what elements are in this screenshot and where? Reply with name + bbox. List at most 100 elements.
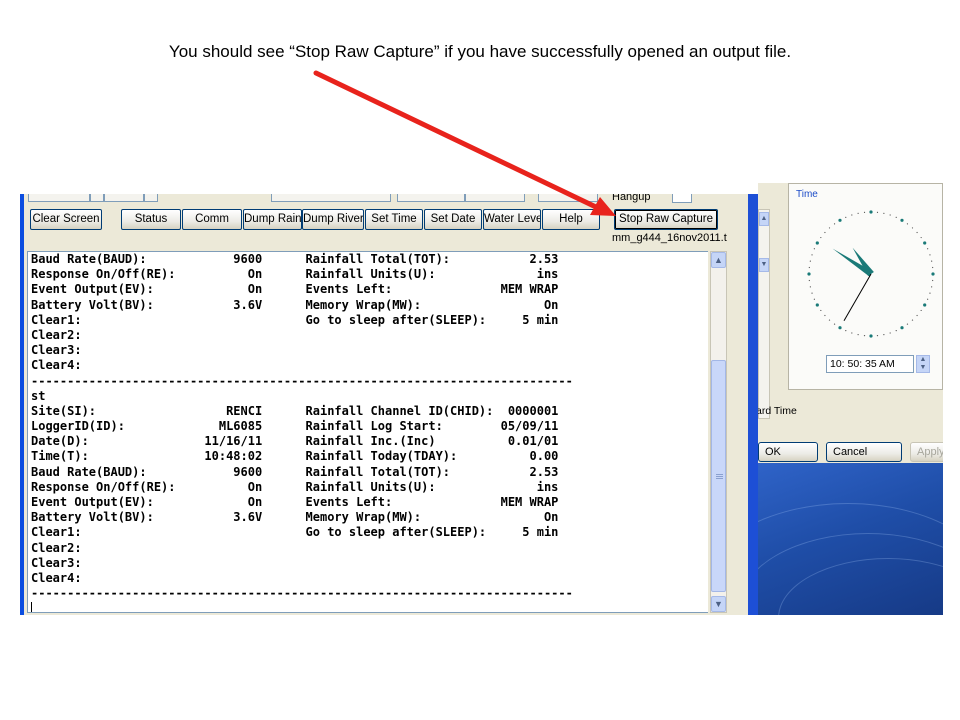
terminal-line: Battery Volt(BV): 3.6V Memory Wrap(MW): … <box>31 297 559 312</box>
terminal-line: Time(T): 10:48:02 Rainfall Today(TDAY): … <box>31 449 559 464</box>
clock-minute-mark <box>808 266 810 269</box>
time-spin-buttons[interactable]: ▲ ▼ <box>916 355 930 373</box>
clock-minute-mark <box>863 335 866 337</box>
terminal-line: Site(SI): RENCI Rainfall Channel ID(CHID… <box>31 403 559 418</box>
terminal-line: Clear1: Go to sleep after(SLEEP): 5 min <box>31 312 559 327</box>
top-control-1[interactable] <box>28 194 90 202</box>
apply-button[interactable]: Apply <box>910 442 943 462</box>
clock-second-hand <box>843 273 872 322</box>
clock-minute-mark <box>931 260 933 262</box>
spin-up-icon[interactable]: ▲ <box>917 356 929 364</box>
top-control-3[interactable] <box>271 194 391 202</box>
clock-minute-mark <box>809 260 811 262</box>
clock-hour-mark <box>838 218 842 222</box>
clock-minute-mark <box>845 330 847 332</box>
clock-minute-mark <box>920 309 922 312</box>
datetime-scrollbar[interactable]: ▲ ▼ <box>758 209 770 419</box>
clock-hour-mark <box>838 326 842 330</box>
clock-hour-mark <box>923 241 927 245</box>
clear-screen-button[interactable]: Clear Screen <box>30 209 102 230</box>
clock-minute-mark <box>824 314 826 317</box>
window-edge <box>748 194 758 615</box>
terminal-window: Hangup Clear Screen Status Comm Dump Rai… <box>20 194 760 615</box>
help-button[interactable]: Help <box>542 209 600 230</box>
clock-minute-mark <box>889 214 891 216</box>
terminal-line: Clear1: Go to sleep after(SLEEP): 5 min <box>31 525 559 540</box>
top-button-1[interactable] <box>397 194 465 202</box>
scroll-down-arrow-icon[interactable]: ▼ <box>711 596 726 612</box>
clock-minute-mark <box>811 292 813 294</box>
terminal-line: ----------------------------------------… <box>31 586 573 601</box>
clock-minute-mark <box>851 332 853 334</box>
dump-rain-button[interactable]: Dump Rain <box>243 209 302 230</box>
spin-down-icon[interactable]: ▼ <box>917 364 929 372</box>
clock-minute-mark <box>883 334 885 336</box>
set-date-button[interactable]: Set Date <box>424 209 482 230</box>
status-button[interactable]: Status <box>121 209 181 230</box>
top-button-2[interactable] <box>465 194 525 202</box>
clock-minute-mark <box>808 279 810 282</box>
dump-river-button[interactable]: Dump River <box>302 209 364 230</box>
clock-minute-mark <box>911 227 914 229</box>
clock-minute-mark <box>906 223 909 225</box>
top-dropdown-2[interactable] <box>144 194 158 202</box>
terminal-line: Event Output(EV): On Events Left: MEM WR… <box>31 282 559 297</box>
clock-minute-mark <box>828 227 831 229</box>
clock-hour-mark <box>900 326 904 330</box>
terminal-line: Response On/Off(RE): On Rainfall Units(U… <box>31 267 559 282</box>
clock-minute-mark <box>820 309 822 312</box>
clock-minute-mark <box>809 286 811 288</box>
top-button-3[interactable] <box>538 194 598 202</box>
scroll-up-arrow-icon[interactable]: ▲ <box>711 252 726 268</box>
time-group-title: Time <box>796 189 818 200</box>
stop-raw-capture-button[interactable]: Stop Raw Capture <box>614 209 718 230</box>
terminal-line: Date(D): 11/16/11 Rainfall Inc.(Inc) 0.0… <box>31 434 559 449</box>
terminal-line: Clear3: <box>31 343 82 358</box>
clock-minute-mark <box>833 323 836 325</box>
terminal-line: Clear4: <box>31 570 82 585</box>
clock-hour-mark <box>931 272 935 276</box>
clock-minute-mark <box>820 236 822 239</box>
terminal-line: Clear4: <box>31 358 82 373</box>
clock-minute-hand <box>832 248 873 277</box>
terminal-output[interactable]: Baud Rate(BAUD): 9600 Rainfall Total(TOT… <box>27 251 708 613</box>
clock-hour-mark <box>923 303 927 307</box>
clock-minute-mark <box>929 292 931 294</box>
ok-button[interactable]: OK <box>758 442 818 462</box>
time-spin-input[interactable]: 10: 50: 35 AM <box>826 355 914 373</box>
cancel-button[interactable]: Cancel <box>826 442 902 462</box>
clock-minute-mark <box>920 236 922 239</box>
hangup-field[interactable] <box>672 194 692 203</box>
clock-minute-mark <box>845 216 847 218</box>
instruction-caption: You should see “Stop Raw Capture” if you… <box>168 42 792 61</box>
clock-hour-mark <box>900 218 904 222</box>
terminal-scrollbar[interactable]: ▲ ▼ <box>710 251 727 613</box>
clock-minute-mark <box>932 279 934 282</box>
terminal-line: LoggerID(ID): ML6085 Rainfall Log Start:… <box>31 419 559 434</box>
capture-filename: mm_g444_16nov2011.t <box>612 232 727 244</box>
terminal-line: Baud Rate(BAUD): 9600 Rainfall Total(TOT… <box>31 464 559 479</box>
terminal-line: Battery Volt(BV): 3.6V Memory Wrap(MW): … <box>31 510 559 525</box>
top-dropdown-1[interactable] <box>90 194 104 202</box>
clock-minute-mark <box>911 319 914 321</box>
clock-minute-mark <box>876 211 879 213</box>
water-level-button[interactable]: Water Leve <box>483 209 541 230</box>
text-cursor <box>31 602 32 612</box>
timezone-label: ard Time <box>758 405 797 417</box>
clock-minute-mark <box>927 298 929 300</box>
terminal-line: Response On/Off(RE): On Rainfall Units(U… <box>31 479 559 494</box>
comm-button[interactable]: Comm <box>182 209 242 230</box>
clock-minute-mark <box>813 298 815 300</box>
clock-hour-mark <box>815 303 819 307</box>
clock-minute-mark <box>813 248 815 250</box>
clock-minute-mark <box>889 332 891 334</box>
scroll-thumb[interactable] <box>711 360 726 592</box>
clock-minute-mark <box>931 286 933 288</box>
clock-minute-mark <box>906 323 909 325</box>
clock-minute-mark <box>895 216 897 218</box>
set-time-button[interactable]: Set Time <box>365 209 423 230</box>
terminal-line: ----------------------------------------… <box>31 373 573 388</box>
top-control-2[interactable] <box>104 194 144 202</box>
terminal-cursor-line <box>28 601 708 612</box>
clock-minute-mark <box>833 223 836 225</box>
